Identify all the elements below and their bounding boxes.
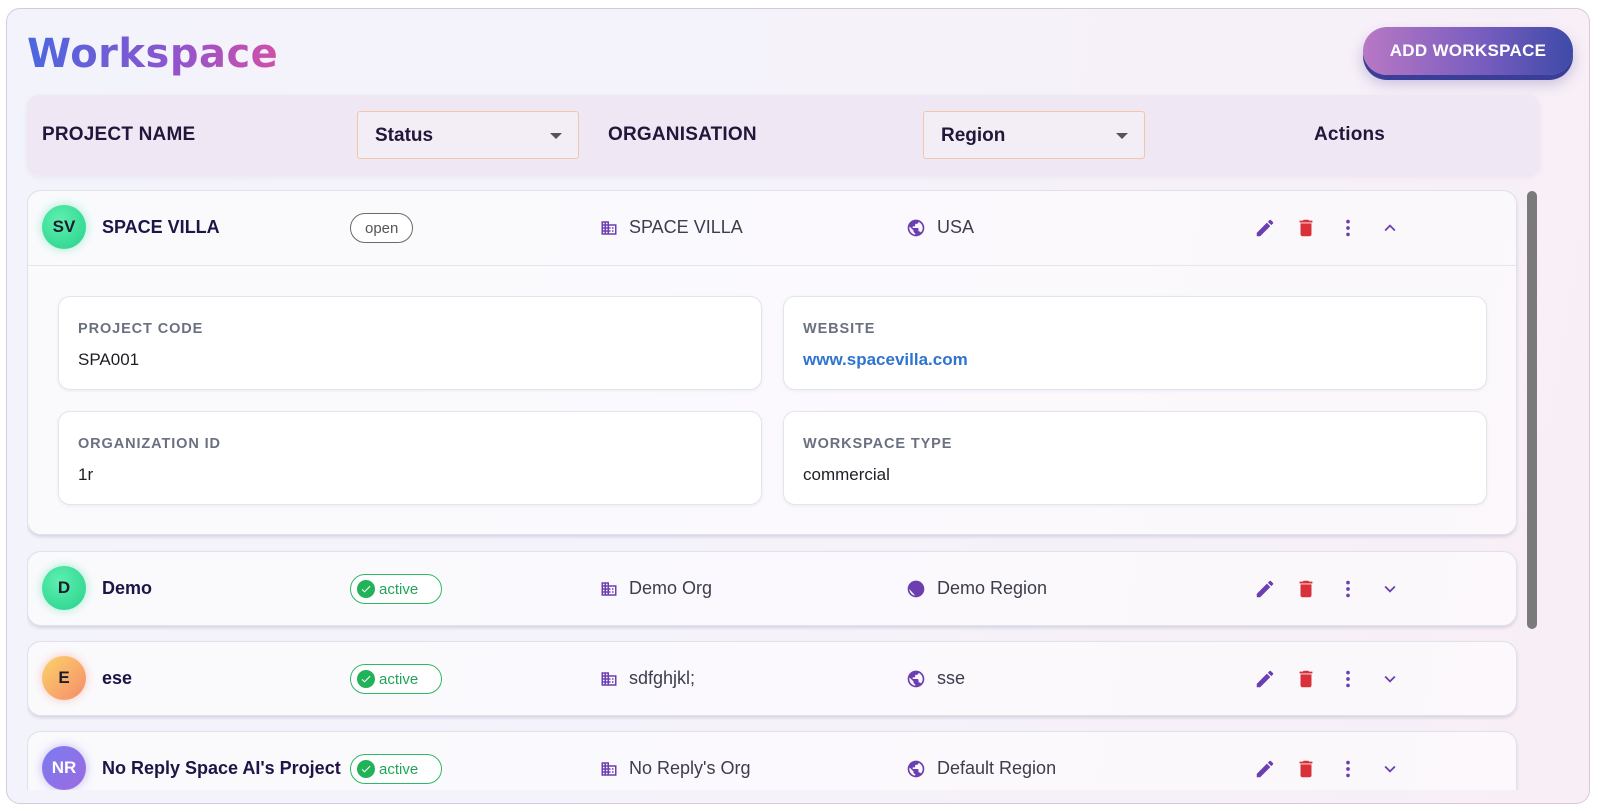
more-vertical-icon[interactable] [1337, 758, 1359, 780]
project-name: ese [102, 668, 133, 688]
pencil-icon[interactable] [1254, 578, 1276, 600]
chevron-down-icon[interactable] [1379, 578, 1401, 600]
globe-icon [907, 219, 925, 237]
website-field: WEBSITE www.spacevilla.com [783, 296, 1487, 390]
more-vertical-icon[interactable] [1337, 578, 1359, 600]
organisation-name: No Reply's Org [629, 758, 751, 778]
building-icon [601, 221, 617, 235]
organization-id-field: ORGANIZATION ID 1r [58, 411, 762, 505]
project-code-label: PROJECT CODE [78, 321, 204, 337]
organisation-name: SPACE VILLA [629, 217, 743, 237]
avatar: NR [42, 746, 86, 790]
table-row[interactable]: SV SPACE VILLA open SPACE VILLA USA [28, 191, 1518, 265]
status-label: active [379, 670, 419, 688]
check-circle-icon [357, 670, 375, 688]
website-link[interactable]: www.spacevilla.com [803, 350, 968, 370]
chevron-down-icon[interactable] [1379, 758, 1401, 780]
region-filter-label: Region [941, 125, 1006, 146]
scrollbar-thumb[interactable] [1527, 191, 1537, 629]
region-name: sse [937, 668, 966, 688]
organisation-name: Demo Org [629, 578, 713, 598]
status-filter-label: Status [375, 125, 434, 146]
organization-id-label: ORGANIZATION ID [78, 436, 221, 452]
project-code-field: PROJECT CODE SPA001 [58, 296, 762, 390]
check-circle-icon [357, 580, 375, 598]
workspace-card: E ese active sdfghjkl; sse [27, 641, 1517, 716]
avatar: SV [42, 205, 86, 249]
workspace-list[interactable]: SV SPACE VILLA open SPACE VILLA USA PROJ… [27, 190, 1527, 790]
table-row[interactable]: D Demo active Demo Org Demo Region [28, 552, 1518, 626]
status-badge: active [350, 664, 442, 694]
pencil-icon[interactable] [1254, 758, 1276, 780]
workspace-card: D Demo active Demo Org Demo Region [27, 551, 1517, 626]
details-divider [28, 265, 1518, 266]
region-filter-select[interactable]: Region [923, 111, 1145, 159]
trash-icon[interactable] [1295, 578, 1317, 600]
table-row[interactable]: E ese active sdfghjkl; sse [28, 642, 1518, 716]
workspace-type-label: WORKSPACE TYPE [803, 436, 953, 452]
actions-header: Actions [1314, 124, 1386, 145]
project-name: Demo [102, 578, 153, 598]
project-name: SPACE VILLA [102, 217, 220, 237]
building-icon [601, 672, 617, 686]
status-badge: active [350, 574, 442, 604]
workspace-type-value: commercial [803, 465, 890, 484]
workspace-panel: Workspace ADD WORKSPACE PROJECT NAME Sta… [6, 8, 1590, 804]
globe-icon [907, 670, 925, 688]
globe-icon [907, 580, 925, 598]
table-row[interactable]: NR No Reply Space AI's Project active No… [28, 732, 1518, 790]
trash-icon[interactable] [1295, 758, 1317, 780]
trash-icon[interactable] [1295, 217, 1317, 239]
page-title: Workspace [27, 31, 279, 77]
project-name-header: PROJECT NAME [42, 124, 196, 145]
avatar: D [42, 566, 86, 610]
more-vertical-icon[interactable] [1337, 217, 1359, 239]
dropdown-caret-icon [1116, 133, 1128, 139]
project-name: No Reply Space AI's Project [102, 758, 341, 778]
table-header: PROJECT NAME Status ORGANISATION Region … [27, 95, 1540, 175]
add-workspace-button[interactable]: ADD WORKSPACE [1363, 27, 1573, 75]
building-icon [601, 762, 617, 776]
status-badge: active [350, 754, 442, 784]
dropdown-caret-icon [550, 133, 562, 139]
building-icon [601, 582, 617, 596]
globe-icon [907, 760, 925, 778]
workspace-card: SV SPACE VILLA open SPACE VILLA USA PROJ… [27, 190, 1518, 535]
chevron-up-icon[interactable] [1379, 217, 1401, 239]
organisation-header: ORGANISATION [608, 124, 757, 145]
trash-icon[interactable] [1295, 668, 1317, 690]
status-filter-select[interactable]: Status [357, 111, 579, 159]
workspace-card: NR No Reply Space AI's Project active No… [27, 731, 1517, 790]
check-circle-icon [357, 760, 375, 778]
status-badge: open [350, 213, 414, 243]
more-vertical-icon[interactable] [1337, 668, 1359, 690]
status-label: active [379, 580, 419, 598]
pencil-icon[interactable] [1254, 668, 1276, 690]
project-code-value: SPA001 [78, 350, 140, 369]
workspace-type-field: WORKSPACE TYPE commercial [783, 411, 1487, 505]
website-label: WEBSITE [803, 321, 876, 337]
organization-id-value: 1r [78, 465, 94, 484]
region-name: USA [937, 217, 975, 237]
avatar: E [42, 656, 86, 700]
region-name: Default Region [937, 758, 1057, 778]
status-label: active [379, 760, 419, 778]
region-name: Demo Region [937, 578, 1048, 598]
organisation-name: sdfghjkl; [629, 668, 696, 688]
pencil-icon[interactable] [1254, 217, 1276, 239]
chevron-down-icon[interactable] [1379, 668, 1401, 690]
